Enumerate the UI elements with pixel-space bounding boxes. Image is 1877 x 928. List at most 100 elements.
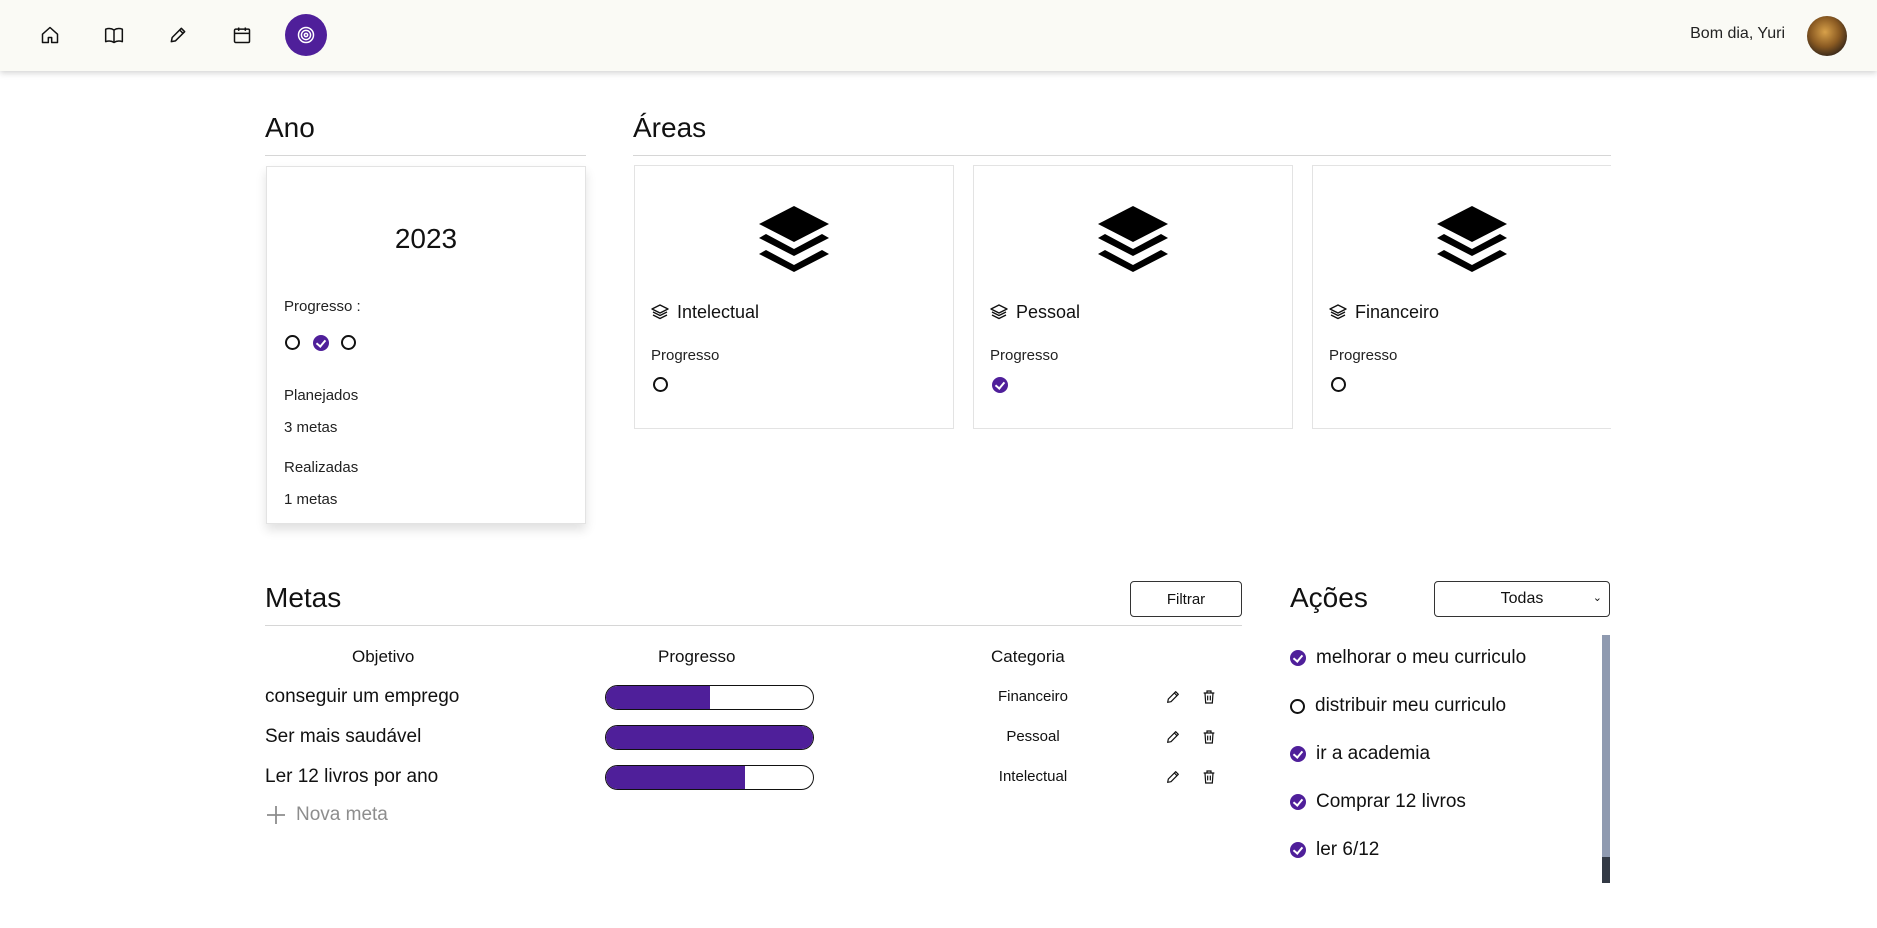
acoes-filter-value: Todas (1500, 590, 1544, 607)
check-circle-icon[interactable] (1290, 794, 1306, 810)
delete-button[interactable] (1198, 686, 1220, 708)
layers-small-icon (990, 304, 1008, 320)
trash-icon (1203, 770, 1215, 784)
area-progress-dot (1331, 377, 1346, 392)
area-name: Financeiro (1355, 302, 1440, 322)
trash-icon (1203, 730, 1215, 744)
area-progress-dot (653, 377, 668, 392)
layers-small-icon (1329, 304, 1347, 320)
acoes-filter-select[interactable]: Todas ⌄ (1434, 581, 1610, 617)
metas-title: Metas (265, 582, 342, 613)
metas-divider (265, 625, 1242, 626)
top-bar: Bom dia, Yuri (0, 0, 1877, 71)
year-value: 2023 (394, 223, 458, 254)
list-item[interactable]: ir a academia (1290, 743, 1430, 765)
check-circle-icon[interactable] (1290, 650, 1306, 666)
list-item[interactable]: Comprar 12 livros (1290, 791, 1466, 813)
edit-button[interactable] (1162, 686, 1184, 708)
nav-goals[interactable] (285, 14, 327, 56)
pencil-icon (170, 27, 186, 43)
meta-objective: Ler 12 livros por ano (265, 766, 439, 787)
planned-value: 3 metas (284, 419, 338, 436)
areas-divider (633, 155, 1611, 156)
planned-label: Planejados (284, 387, 359, 404)
area-progress-label: Progresso (1329, 347, 1398, 364)
area-card-pessoal[interactable]: Pessoal Progresso (973, 165, 1293, 429)
acao-label: Comprar 12 livros (1316, 791, 1466, 812)
pencil-icon (1167, 771, 1179, 783)
target-icon (297, 26, 315, 44)
delete-button[interactable] (1198, 726, 1220, 748)
empty-circle-icon[interactable] (1290, 698, 1305, 714)
meta-progress-fill (606, 726, 813, 749)
meta-objective: conseguir um emprego (265, 686, 460, 707)
meta-progress-bar (605, 765, 814, 790)
col-progresso: Progresso (658, 647, 736, 666)
progress-dot (285, 335, 300, 350)
nav-home[interactable] (29, 14, 71, 56)
check-circle-icon[interactable] (1290, 746, 1306, 762)
progress-dot (341, 335, 356, 350)
edit-button[interactable] (1162, 766, 1184, 788)
nav-book[interactable] (93, 14, 135, 56)
plus-icon (267, 806, 285, 824)
add-meta-button[interactable]: Nova meta (266, 804, 388, 826)
layers-icon (1437, 206, 1507, 272)
book-icon (104, 27, 124, 44)
meta-progress-fill (606, 766, 745, 789)
scrollbar-thumb[interactable] (1602, 857, 1610, 883)
layers-icon (759, 206, 829, 272)
layers-small-icon (651, 304, 669, 320)
chevron-down-icon: ⌄ (1592, 592, 1602, 604)
area-progress-label: Progresso (651, 347, 720, 364)
meta-category: Pessoal (1006, 728, 1060, 745)
area-card-financeiro[interactable]: Financeiro Progresso (1312, 165, 1611, 429)
areas-carousel: Intelectual Progresso Pessoal Progresso … (633, 165, 1611, 429)
acao-label: ler 6/12 (1316, 839, 1380, 860)
progress-dot (313, 335, 329, 351)
greeting: Bom dia, Yuri (1690, 25, 1785, 42)
list-item[interactable]: melhorar o meu curriculo (1290, 647, 1526, 669)
acoes-scrollbar[interactable] (1602, 635, 1610, 883)
add-meta-label: Nova meta (296, 804, 388, 825)
trash-icon (1203, 690, 1215, 704)
nav-calendar[interactable] (221, 14, 263, 56)
meta-category: Financeiro (997, 688, 1069, 705)
acao-label: distribuir meu curriculo (1315, 695, 1507, 716)
meta-progress-fill (606, 686, 710, 709)
list-item[interactable]: distribuir meu curriculo (1290, 695, 1506, 717)
acoes-title: Ações (1290, 582, 1368, 613)
calendar-icon (233, 27, 251, 44)
pencil-icon (1167, 691, 1179, 703)
list-item[interactable]: ler 6/12 (1290, 839, 1379, 861)
areas-title: Áreas (633, 112, 707, 143)
nav-edit[interactable] (157, 14, 199, 56)
meta-progress-bar (605, 725, 814, 750)
filter-button[interactable]: Filtrar (1130, 581, 1242, 617)
ano-divider (265, 155, 586, 156)
check-circle-icon[interactable] (1290, 842, 1306, 858)
area-progress-dot (992, 377, 1008, 393)
pencil-icon (1167, 731, 1179, 743)
delete-button[interactable] (1198, 766, 1220, 788)
ano-title: Ano (265, 112, 315, 143)
year-progress-label: Progresso : (284, 298, 361, 315)
home-icon (41, 26, 59, 44)
area-progress-label: Progresso (990, 347, 1059, 364)
col-objetivo: Objetivo (352, 647, 415, 666)
acao-label: melhorar o meu curriculo (1316, 647, 1527, 668)
meta-progress-bar (605, 685, 814, 710)
layers-icon (1098, 206, 1168, 272)
col-categoria: Categoria (991, 647, 1065, 666)
area-name: Pessoal (1016, 302, 1081, 322)
year-card[interactable]: 2023 Progresso : Planejados 3 metas Real… (266, 166, 586, 524)
acao-label: ir a academia (1316, 743, 1431, 764)
avatar[interactable] (1807, 16, 1847, 56)
done-value: 1 metas (284, 491, 338, 508)
meta-category: Intelectual (998, 768, 1068, 785)
area-card-intelectual[interactable]: Intelectual Progresso (634, 165, 954, 429)
edit-button[interactable] (1162, 726, 1184, 748)
done-label: Realizadas (284, 459, 359, 476)
acoes-list: melhorar o meu curriculo distribuir meu c… (1290, 635, 1600, 883)
area-name: Intelectual (677, 302, 760, 322)
